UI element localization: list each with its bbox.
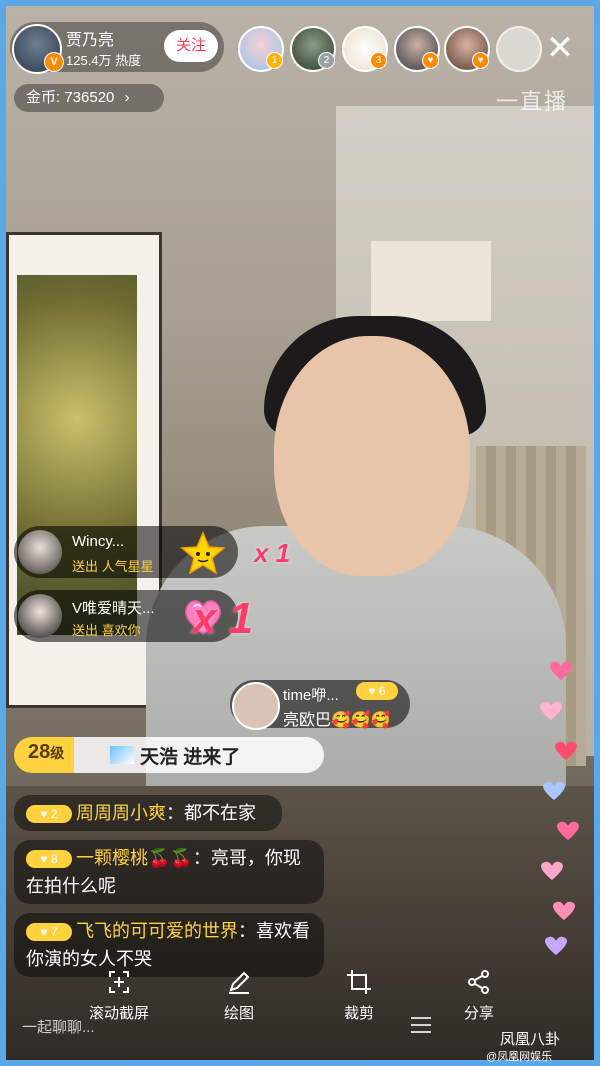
toolbar-label: 裁剪 (343, 1005, 374, 1022)
commenter-avatar[interactable] (232, 682, 280, 730)
join-user-flag-icon (110, 746, 134, 764)
chat-level-value: 7 (50, 925, 58, 940)
chat-level-value: 8 (50, 852, 58, 867)
chat-level-badge: ♥ 8 (26, 850, 72, 869)
chat-input-placeholder[interactable]: 一起聊聊... (22, 1016, 95, 1037)
viewer-avatar-6[interactable] (496, 26, 542, 72)
scroll-capture-icon (109, 971, 129, 993)
chat-message-1[interactable]: ♥ 2 周周周小爽：都不在家 (14, 795, 282, 831)
host-heat: 125.4万 热度 (66, 53, 142, 68)
chat-level-value: 2 (50, 807, 58, 822)
join-level-number: 28 (28, 741, 51, 763)
viewer-heart-badge-4: ♥ (422, 52, 439, 69)
gift-action: 送出 喜欢你 (72, 623, 141, 638)
chevron-right-icon: › (124, 89, 130, 106)
follow-button[interactable]: 关注 (164, 30, 218, 62)
coin-balance-label: 金币: 736520 (26, 89, 115, 106)
viewer-rank-badge-1: 1 (266, 52, 283, 69)
chat-message-2[interactable]: ♥ 8 一颗樱桃🍒🍒：亮哥，你现在拍什么呢 (14, 840, 324, 904)
chat-username: 飞飞的可可爱的世界 (76, 921, 238, 941)
floating-hearts-icon (540, 661, 579, 955)
star-gift-icon (180, 531, 226, 575)
painting-art (17, 275, 137, 635)
share-button[interactable]: 分享 (434, 968, 524, 1028)
gift-sender-name: Wincy... (72, 533, 125, 550)
gift-sender-name: V唯爱晴天... (72, 600, 155, 617)
user-level-badge: ♥ 6 (356, 682, 398, 700)
user-level-value: 6 (378, 684, 386, 698)
background-light (371, 241, 491, 321)
toolbar-label: 绘图 (223, 1005, 254, 1022)
coin-balance[interactable]: 金币: 736520 › (14, 84, 164, 112)
chat-text: ：都不在家 (166, 803, 256, 823)
host-name: 贾乃亮 (66, 32, 115, 49)
verified-badge-icon: V (44, 52, 64, 72)
menu-icon[interactable] (408, 1012, 434, 1038)
comment-text: 亮欧巴🥰🥰🥰 (283, 712, 391, 729)
join-level-unit: 级 (50, 745, 65, 761)
close-icon[interactable]: ✕ (540, 28, 580, 68)
chat-level-badge: ♥ 7 (26, 923, 72, 942)
gift-sender-avatar[interactable] (18, 594, 62, 638)
source-watermark-handle: @凤凰网娱乐 (486, 1051, 553, 1063)
gift-count-1: x 1 (254, 538, 291, 568)
crop-icon (347, 970, 371, 994)
viewer-heart-badge-5: ♥ (472, 52, 489, 69)
streamer-face (274, 336, 470, 576)
pencil-icon (229, 971, 250, 994)
chat-username: 周周周小爽 (76, 803, 166, 823)
viewer-rank-badge-2: 2 (318, 52, 335, 69)
commenter-name: time咿... (283, 687, 339, 704)
chat-username: 一颗樱桃🍒🍒 (76, 848, 193, 868)
gift-count-2: x 1 (192, 594, 254, 643)
join-text: 天浩 进来了 (140, 747, 241, 768)
toolbar-label: 分享 (463, 1005, 494, 1022)
draw-button[interactable]: 绘图 (194, 968, 284, 1028)
share-icon (468, 970, 489, 994)
viewer-rank-badge-3: 3 (370, 52, 387, 69)
source-watermark: 凤凰八卦 (500, 1031, 561, 1048)
app-watermark: 一直播 (496, 89, 569, 114)
join-level: 28级 (28, 741, 64, 764)
crop-button[interactable]: 裁剪 (314, 968, 404, 1028)
gift-action: 送出 人气星星 (72, 559, 154, 574)
chat-level-badge: ♥ 2 (26, 805, 72, 824)
gift-sender-avatar[interactable] (18, 530, 62, 574)
